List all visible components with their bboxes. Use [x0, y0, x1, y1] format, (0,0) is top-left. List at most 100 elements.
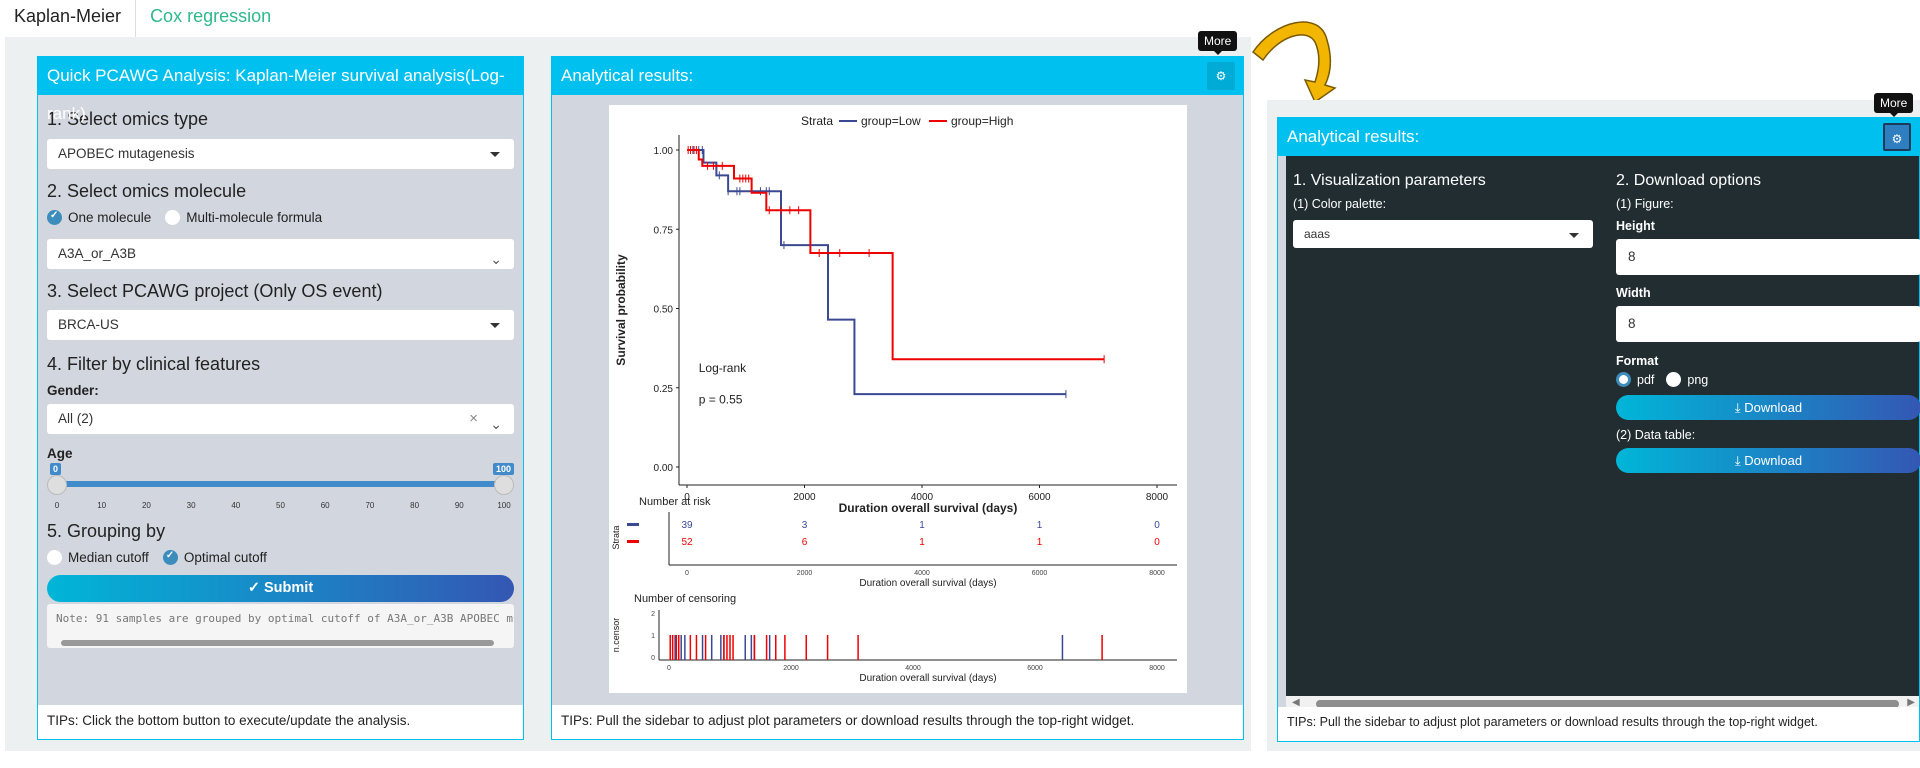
- download-icon: ⤓: [1734, 453, 1741, 468]
- settings-sidebar: 1. Visualization parameters (1) Color pa…: [1286, 156, 1920, 696]
- age-max-label: 100: [492, 463, 514, 475]
- download-options-title: 2. Download options: [1616, 172, 1761, 189]
- horizontal-scrollbar[interactable]: [61, 640, 494, 646]
- step5-title: 5. Grouping by: [47, 521, 166, 541]
- censor-y-tick-label: 2: [651, 611, 655, 618]
- age-label: Age: [47, 446, 73, 461]
- more-tooltip: More: [1874, 93, 1914, 117]
- risk-count-high: 1: [1037, 537, 1043, 548]
- panel-tips: TIPs: Click the bottom button to execute…: [38, 705, 523, 739]
- radio-median-cutoff[interactable]: [47, 550, 62, 565]
- download-table-button[interactable]: ⤓ Download: [1616, 448, 1920, 473]
- pvalue-label: p = 0.55: [699, 393, 743, 407]
- more-tooltip: More: [1198, 31, 1238, 55]
- risk-count-high: 1: [919, 537, 925, 548]
- figure-label: (1) Figure:: [1616, 197, 1674, 211]
- note-output: Note: 91 samples are grouped by optimal …: [47, 604, 514, 648]
- risk-count-high: 52: [681, 537, 693, 548]
- risk-x-tick-label: 6000: [1032, 570, 1048, 577]
- chevron-down-icon: ⌄: [490, 416, 502, 432]
- project-value: BRCA-US: [58, 317, 119, 332]
- gears-icon: ⚙: [1891, 132, 1903, 146]
- slider-ticks: 0 10 20 30 40 50 60 70 80 90 100: [55, 495, 511, 515]
- radio-optimal-cutoff[interactable]: [162, 550, 178, 565]
- submit-label: Submit: [264, 580, 314, 596]
- panel-tips: TIPs: Pull the sidebar to adjust plot pa…: [1278, 707, 1919, 741]
- risk-x-axis-label: Duration overall survival (days): [859, 578, 996, 589]
- analysis-settings-panel: Quick PCAWG Analysis: Kaplan-Meier survi…: [37, 56, 524, 740]
- km-plot-svg: Strata group=Low group=High 0.00 0.25 0.50 0.7…: [611, 114, 1177, 684]
- omics-type-select[interactable]: APOBEC mutagenesis: [47, 139, 514, 169]
- radio-png[interactable]: [1666, 372, 1682, 387]
- more-settings-button-active[interactable]: ⚙: [1883, 123, 1911, 151]
- censor-y-tick-label: 0: [651, 655, 655, 662]
- risk-count-low: 0: [1154, 520, 1160, 531]
- y-axis-label: Survival probability: [614, 254, 628, 366]
- slider-tick-label: 40: [231, 501, 241, 510]
- legend-label-high: group=High: [951, 114, 1013, 128]
- radio-one-molecule[interactable]: [47, 210, 62, 225]
- panel-title: Analytical results:: [561, 66, 694, 85]
- y-tick-label: 0.00: [654, 463, 674, 474]
- slider-tick-label: 90: [454, 501, 464, 510]
- results-panel-expanded: Analytical results: ⚙ 1. Visualization p…: [1277, 117, 1920, 742]
- caret-down-icon: [490, 152, 500, 157]
- censor-ylabel: n.censor: [611, 618, 621, 653]
- radio-label: Median cutoff: [68, 550, 149, 565]
- width-input[interactable]: 8: [1616, 306, 1920, 342]
- tab-kaplan-meier[interactable]: Kaplan-Meier: [0, 0, 137, 37]
- radio-label: Multi-molecule formula: [186, 210, 323, 225]
- censor-x-tick-label: 8000: [1149, 665, 1165, 672]
- risk-x-tick-label: 4000: [914, 570, 930, 577]
- height-label: Height: [1616, 219, 1655, 233]
- radio-multi-molecule[interactable]: [165, 210, 181, 225]
- logrank-label: Log-rank: [699, 361, 747, 375]
- viz-params-title: 1. Visualization parameters: [1293, 172, 1486, 189]
- slider-tick-label: 20: [141, 501, 151, 510]
- gears-icon: ⚙: [1215, 69, 1227, 83]
- risk-table-ylabel: Strata: [611, 525, 621, 549]
- format-label: Format: [1616, 354, 1659, 368]
- more-settings-button[interactable]: ⚙: [1207, 62, 1235, 90]
- x-tick-label: 2000: [793, 492, 816, 503]
- palette-label: (1) Color palette:: [1293, 197, 1387, 211]
- km-plot: Strata group=Low group=High 0.00 0.25 0.50 0.7…: [609, 105, 1187, 693]
- download-icon: ⤓: [1734, 400, 1741, 415]
- censor-x-axis-label: Duration overall survival (days): [859, 673, 996, 684]
- km-curve-high: [687, 149, 1105, 361]
- step3-title: 3. Select PCAWG project (Only OS event): [47, 281, 383, 301]
- tab-cox-regression[interactable]: Cox regression: [136, 0, 285, 37]
- age-slider[interactable]: 0 100 0 10 20 30 40 50 60 70 80 90 100: [47, 461, 514, 519]
- caret-down-icon: [1569, 233, 1579, 238]
- download-figure-button[interactable]: ⤓ Download: [1616, 395, 1920, 420]
- risk-count-low: 3: [802, 520, 808, 531]
- radio-label: pdf: [1637, 372, 1655, 387]
- radio-pdf[interactable]: [1616, 372, 1631, 387]
- y-tick-label: 0.25: [654, 384, 674, 395]
- legend-label-low: group=Low: [861, 114, 921, 128]
- slider-handle-min[interactable]: [47, 475, 67, 495]
- height-input[interactable]: 8: [1616, 239, 1920, 275]
- risk-count-high: 0: [1154, 537, 1160, 548]
- palette-select[interactable]: aaas: [1293, 220, 1593, 248]
- slider-tick-label: 60: [320, 501, 330, 510]
- slider-tick-label: 100: [497, 501, 511, 510]
- slider-handle-max[interactable]: [494, 475, 514, 495]
- project-select[interactable]: BRCA-US: [47, 310, 514, 340]
- km-curve-low: [687, 149, 1066, 396]
- download-label: Download: [1744, 400, 1803, 415]
- clear-icon[interactable]: ×: [469, 404, 478, 434]
- censor-y-tick-label: 1: [651, 633, 655, 640]
- molecule-select[interactable]: A3A_or_A3B ⌄: [47, 239, 514, 269]
- y-tick-label: 0.50: [654, 305, 674, 316]
- risk-strata-low: [627, 523, 639, 526]
- gender-select[interactable]: All (2) × ⌄: [47, 404, 514, 434]
- censor-x-tick-label: 4000: [905, 665, 921, 672]
- censor-plot-title: Number of censoring: [634, 593, 736, 605]
- y-tick-label: 1.00: [654, 146, 674, 157]
- radio-label: One molecule: [68, 210, 152, 225]
- submit-button[interactable]: ✓ Submit: [47, 575, 514, 602]
- age-min-label: 0: [50, 463, 62, 475]
- risk-x-tick-label: 0: [685, 570, 689, 577]
- palette-value: aaas: [1304, 227, 1331, 241]
